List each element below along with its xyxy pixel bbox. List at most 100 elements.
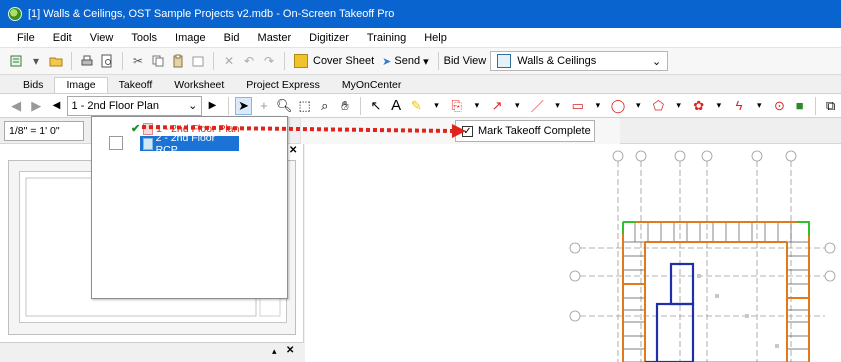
- window-title: [1] Walls & Ceilings, OST Sample Project…: [28, 8, 395, 20]
- polygon-tool-icon[interactable]: ⬠: [650, 97, 666, 115]
- tab-worksheet[interactable]: Worksheet: [163, 79, 235, 93]
- tab-takeoff[interactable]: Takeoff: [108, 79, 164, 93]
- freehand-tool-icon[interactable]: ϟ: [731, 97, 747, 115]
- tab-bids[interactable]: Bids: [12, 79, 54, 93]
- back-nav-icon[interactable]: ◀: [8, 97, 24, 115]
- chevron-down-icon[interactable]: ▾: [671, 97, 687, 115]
- zoom-out-icon[interactable]: ⌕: [317, 97, 333, 115]
- delete-icon[interactable]: ✕: [220, 52, 238, 70]
- zoom-window-icon[interactable]: ⬚: [297, 97, 313, 115]
- prev-page-icon[interactable]: ◀: [48, 97, 64, 115]
- scale-value: 1/8" = 1' 0": [9, 125, 60, 137]
- menu-file[interactable]: File: [8, 32, 44, 44]
- chevron-down-icon[interactable]: ▾: [469, 97, 485, 115]
- pane-pin-icon[interactable]: ▴: [272, 346, 277, 357]
- select-pointer-icon[interactable]: ➤: [235, 96, 252, 115]
- menu-training[interactable]: Training: [358, 32, 415, 44]
- forward-nav-icon[interactable]: ▶: [28, 97, 44, 115]
- pane-footer: ▴ ✕: [0, 342, 304, 362]
- cloud-tool-icon[interactable]: ✿: [691, 97, 707, 115]
- toolbar-separator: [227, 96, 229, 115]
- mark-takeoff-complete-checkbox[interactable]: ✓ Mark Takeoff Complete: [455, 120, 595, 142]
- cover-sheet-button[interactable]: Cover Sheet: [290, 51, 378, 71]
- chevron-down-icon[interactable]: ▾: [549, 97, 565, 115]
- bid-view-value: Walls & Ceilings: [517, 55, 597, 67]
- menu-image[interactable]: Image: [166, 32, 215, 44]
- cut-icon[interactable]: ✂: [129, 52, 147, 70]
- pane-close-icon[interactable]: ✕: [289, 145, 297, 156]
- snapshot-icon[interactable]: ⧉: [823, 97, 839, 115]
- menu-digitizer[interactable]: Digitizer: [300, 32, 358, 44]
- tab-strip: Bids Image Takeoff Worksheet Project Exp…: [0, 75, 841, 93]
- scale-select[interactable]: 1/8" = 1' 0": [4, 121, 84, 141]
- chevron-down-icon[interactable]: ▾: [509, 97, 525, 115]
- line-tool-icon[interactable]: ／: [529, 97, 545, 115]
- takeoff-complete-check-icon: ✔: [131, 123, 141, 135]
- mark-takeoff-label: Mark Takeoff Complete: [478, 125, 591, 137]
- tab-image[interactable]: Image: [54, 77, 108, 93]
- bid-view-select[interactable]: Walls & Ceilings ⌄: [490, 51, 669, 71]
- zoom-icon[interactable]: 🔍︎: [276, 97, 293, 115]
- pan-hand-icon[interactable]: ✋︎: [337, 97, 353, 115]
- menu-master[interactable]: Master: [249, 32, 301, 44]
- toolbar-separator: [213, 52, 214, 70]
- image-toolbar: ◀ ▶ ◀ 1 - 2nd Floor Plan ⌄ ▶ ➤ + 🔍︎ ⬚ ⌕ …: [0, 93, 841, 118]
- paste-icon[interactable]: [169, 52, 187, 70]
- pane-close-icon[interactable]: ✕: [286, 345, 294, 356]
- crosshair-icon[interactable]: +: [256, 97, 272, 115]
- chevron-down-icon[interactable]: ▾: [428, 97, 444, 115]
- toolbar-separator: [814, 96, 816, 115]
- arrow-tool-icon[interactable]: ↗: [489, 97, 505, 115]
- print-preview-icon[interactable]: [98, 52, 116, 70]
- chevron-down-icon[interactable]: ▾: [751, 97, 767, 115]
- page-select-value: 1 - 2nd Floor Plan: [71, 99, 159, 112]
- text-tool-icon[interactable]: A: [388, 97, 404, 115]
- toolbar-separator: [437, 52, 439, 70]
- new-bid-icon[interactable]: [7, 52, 25, 70]
- chevron-down-icon: ⌄: [188, 100, 198, 112]
- undo-icon[interactable]: ↶: [240, 52, 258, 70]
- page-select[interactable]: 1 - 2nd Floor Plan ⌄: [66, 95, 203, 116]
- send-label: Send: [394, 55, 421, 67]
- send-icon: ➤: [382, 55, 392, 68]
- menu-bid[interactable]: Bid: [215, 32, 249, 44]
- next-page-icon[interactable]: ▶: [204, 97, 220, 115]
- menu-view[interactable]: View: [81, 32, 123, 44]
- rectangle-tool-icon[interactable]: ▭: [570, 97, 586, 115]
- send-button[interactable]: ➤ Send ▾: [378, 51, 432, 71]
- paste-special-icon[interactable]: [189, 52, 207, 70]
- toolbar-separator: [122, 52, 123, 70]
- cover-sheet-label: Cover Sheet: [313, 55, 375, 67]
- tab-myoncenter[interactable]: MyOnCenter: [331, 79, 413, 93]
- toolbar-separator: [284, 52, 285, 70]
- floor-plan-drawing: [569, 150, 836, 362]
- dropdown-arrow-icon[interactable]: ▾: [27, 52, 45, 70]
- legend-tool-icon[interactable]: ■: [792, 97, 808, 115]
- open-folder-icon[interactable]: [47, 52, 65, 70]
- app-logo-icon: [8, 7, 22, 21]
- print-icon[interactable]: [78, 52, 96, 70]
- toolbar-separator: [71, 52, 72, 70]
- drawing-canvas[interactable]: [305, 144, 841, 362]
- toolbar-separator: [360, 96, 361, 115]
- chevron-down-icon[interactable]: ▾: [711, 97, 727, 115]
- stamp-icon[interactable]: ⎘: [449, 97, 465, 115]
- copy-icon[interactable]: [149, 52, 167, 70]
- annotation-arrow: [141, 124, 466, 138]
- bid-view-label: Bid View: [443, 55, 487, 67]
- menu-help[interactable]: Help: [415, 32, 456, 44]
- highlighter-icon[interactable]: ✎: [408, 97, 424, 115]
- chevron-down-icon[interactable]: ▾: [590, 97, 606, 115]
- redo-icon[interactable]: ↷: [260, 52, 278, 70]
- ellipse-tool-icon[interactable]: ◯: [610, 97, 626, 115]
- cover-sheet-icon: [294, 54, 308, 68]
- hyperlink-tool-icon[interactable]: ⊙: [771, 97, 787, 115]
- chevron-down-icon: ▾: [423, 55, 429, 68]
- menu-edit[interactable]: Edit: [44, 32, 81, 44]
- callout-icon[interactable]: ↖: [368, 97, 384, 115]
- title-bar: [1] Walls & Ceilings, OST Sample Project…: [0, 0, 841, 28]
- chevron-down-icon[interactable]: ▾: [630, 97, 646, 115]
- menu-tools[interactable]: Tools: [122, 32, 166, 44]
- main-toolbar: ▾ ✂ ✕ ↶ ↷ Cover Sheet ➤ Send ▾ Bid View …: [0, 48, 841, 75]
- tab-project-express[interactable]: Project Express: [235, 79, 331, 93]
